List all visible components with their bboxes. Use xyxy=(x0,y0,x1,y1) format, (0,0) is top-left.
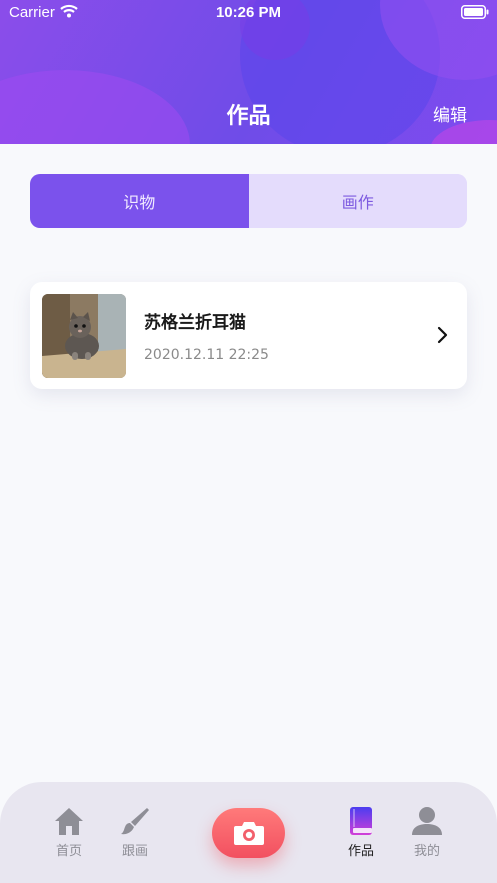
category-segmented-control: 识物 画作 xyxy=(30,174,467,228)
status-bar: Carrier 10:26 PM xyxy=(0,0,497,26)
tab-follow-draw[interactable]: 跟画 xyxy=(109,806,161,859)
camera-icon xyxy=(233,822,264,845)
edit-button[interactable]: 编辑 xyxy=(433,101,467,126)
tab-mine[interactable]: 我的 xyxy=(401,806,453,859)
page-title: 作品 xyxy=(226,104,271,129)
tab-works[interactable]: 作品 xyxy=(335,806,387,859)
chevron-right-icon xyxy=(437,326,448,344)
cat-photo-icon xyxy=(42,294,126,378)
work-date: 2020.12.11 22:25 xyxy=(144,347,269,363)
header: Carrier 10:26 PM 作品 编辑 xyxy=(0,0,497,144)
cat-thumbnail xyxy=(42,294,126,378)
battery-icon xyxy=(461,5,489,19)
tab-home[interactable]: 首页 xyxy=(43,806,95,859)
work-title: 苏格兰折耳猫 xyxy=(144,313,246,333)
clock: 10:26 PM xyxy=(215,4,282,21)
tab-label: 跟画 xyxy=(121,844,148,859)
tab-label: 我的 xyxy=(413,844,440,859)
tab-label: 作品 xyxy=(347,844,374,859)
tab-paintings[interactable]: 画作 xyxy=(248,174,467,228)
home-icon xyxy=(55,808,83,835)
person-icon xyxy=(412,807,442,835)
camera-button[interactable] xyxy=(212,808,285,858)
tab-label: 首页 xyxy=(55,844,82,859)
tab-recognition[interactable]: 识物 xyxy=(30,174,249,228)
work-list-item[interactable]: 苏格兰折耳猫 2020.12.11 22:25 xyxy=(30,282,467,389)
brush-icon xyxy=(121,808,149,835)
book-icon xyxy=(350,807,372,835)
